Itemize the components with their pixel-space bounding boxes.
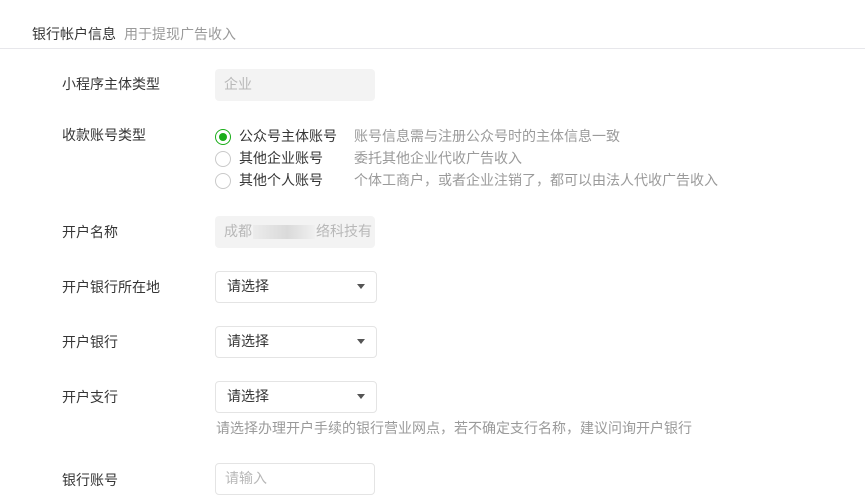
radio-checked-icon[interactable] — [215, 129, 231, 145]
branch-tip: 请选择办理开户手续的银行营业网点，若不确定支行名称，建议问询开户银行 — [216, 421, 692, 437]
radio-option-label[interactable]: 其他企业账号 — [239, 149, 323, 169]
account-number-label: 银行账号 — [62, 473, 118, 489]
bank-label: 开户银行 — [62, 335, 118, 351]
radio-option-desc: 账号信息需与注册公众号时的主体信息一致 — [354, 129, 620, 145]
bank-select[interactable]: 请选择 — [215, 326, 377, 358]
account-type-label: 收款账号类型 — [62, 128, 146, 144]
account-number-input[interactable] — [215, 463, 375, 495]
account-name-suffix: 络科技有 — [316, 224, 372, 240]
section-title: 银行帐户信息 — [32, 27, 116, 43]
radio-option-desc: 委托其他企业代收广告收入 — [354, 151, 522, 167]
select-value: 请选择 — [227, 334, 269, 350]
radio-option-label[interactable]: 公众号主体账号 — [239, 127, 337, 147]
account-name-field: 成都 络科技有 — [215, 216, 375, 248]
section-header: 银行帐户信息 用于提现广告收入 — [0, 0, 865, 49]
select-value: 请选择 — [227, 389, 269, 405]
caret-down-icon — [357, 284, 365, 289]
program-type-label: 小程序主体类型 — [62, 77, 160, 93]
radio-unchecked-icon[interactable] — [215, 151, 231, 167]
program-type-field: 企业 — [215, 69, 375, 101]
account-name-prefix: 成都 — [224, 224, 252, 240]
radio-unchecked-icon[interactable] — [215, 173, 231, 189]
redacted-block — [253, 225, 315, 239]
section-subtitle: 用于提现广告收入 — [124, 27, 236, 43]
caret-down-icon — [357, 394, 365, 399]
bank-location-label: 开户银行所在地 — [62, 280, 160, 296]
account-name-label: 开户名称 — [62, 225, 118, 241]
select-value: 请选择 — [227, 279, 269, 295]
branch-label: 开户支行 — [62, 390, 118, 406]
radio-option-label[interactable]: 其他个人账号 — [239, 171, 323, 191]
radio-option-desc: 个体工商户，或者企业注销了，都可以由法人代收广告收入 — [354, 173, 718, 189]
bank-location-select[interactable]: 请选择 — [215, 271, 377, 303]
branch-select[interactable]: 请选择 — [215, 381, 377, 413]
caret-down-icon — [357, 339, 365, 344]
